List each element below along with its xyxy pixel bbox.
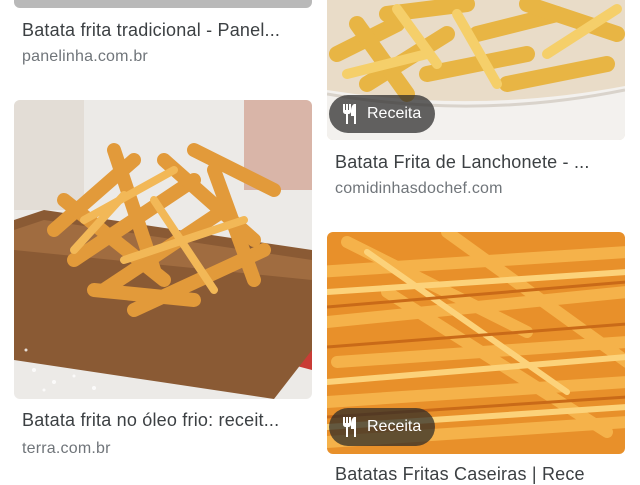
result-image-3[interactable] [14,100,312,399]
result-title-3[interactable]: Batata frita no óleo frio: receit... [22,410,312,431]
result-card-2[interactable]: Receita Batata Frita de Lanchonete - ...… [327,0,627,210]
result-card-3[interactable]: Batata frita no óleo frio: receit... ter… [14,100,314,470]
result-image-1[interactable] [14,0,312,8]
recipe-badge-label-2: Receita [367,105,422,122]
result-title-1[interactable]: Batata frita tradicional - Panel... [22,20,312,41]
recipe-badge-label-4: Receita [367,418,422,435]
recipe-badge-4: Receita [329,408,436,446]
recipe-badge-2: Receita [329,95,436,133]
result-title-2[interactable]: Batata Frita de Lanchonete - ... [335,152,625,173]
result-source-1: panelinha.com.br [22,48,148,65]
result-source-3: terra.com.br [22,440,111,457]
fork-knife-icon [341,416,359,438]
result-card-1[interactable]: Batata frita tradicional - Panel... pane… [14,0,312,80]
result-source-2: comidinhasdochef.com [335,180,503,197]
result-card-4[interactable]: Receita Batatas Fritas Caseiras | Rece [327,232,627,484]
fork-knife-icon [341,103,359,125]
result-title-4[interactable]: Batatas Fritas Caseiras | Rece [335,464,625,485]
